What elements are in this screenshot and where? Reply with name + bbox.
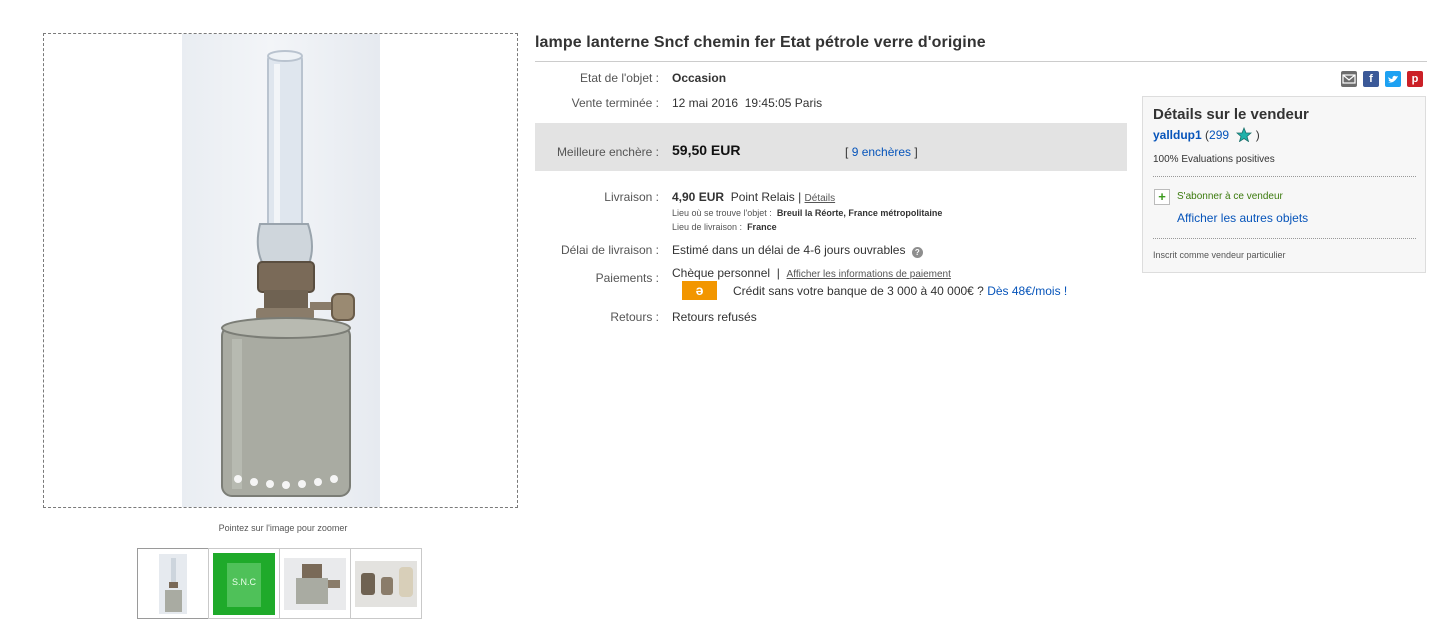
seller-divider-1 bbox=[1153, 176, 1416, 177]
ships-to: Lieu de livraison : France bbox=[672, 222, 777, 232]
feedback-close: ) bbox=[1255, 128, 1260, 142]
bid-count-open: [ bbox=[845, 145, 849, 159]
thumbnail-2[interactable]: S.N.C bbox=[208, 548, 280, 619]
bid-label: Meilleure enchère : bbox=[556, 145, 659, 159]
plus-icon[interactable]: + bbox=[1154, 189, 1170, 205]
help-icon[interactable]: ? bbox=[911, 247, 923, 258]
delivery-estimate: Estimé dans un délai de 4-6 jours ouvrab… bbox=[672, 243, 906, 257]
condition-value: Occasion bbox=[672, 71, 727, 85]
lamp-illustration bbox=[221, 50, 355, 497]
payment-info-link[interactable]: Afficher les informations de paiement bbox=[787, 269, 951, 280]
email-icon[interactable] bbox=[1341, 71, 1357, 87]
bid-count-link[interactable]: 9 enchères bbox=[852, 145, 911, 159]
thumbnail-4[interactable] bbox=[350, 548, 422, 619]
share-icons: f p bbox=[1341, 71, 1423, 87]
main-product-image[interactable] bbox=[182, 34, 380, 507]
shipping-details-link[interactable]: Détails bbox=[805, 193, 836, 204]
seller-title: Détails sur le vendeur bbox=[1153, 106, 1309, 123]
seller-note: Inscrit comme vendeur particulier bbox=[1153, 250, 1286, 260]
returns-label: Retours : bbox=[610, 310, 659, 324]
thumb-burner-icon bbox=[284, 557, 346, 610]
bid-count: [ 9 enchères ] bbox=[845, 145, 918, 159]
ended-time: 19:45:05 Paris bbox=[744, 96, 823, 110]
title-divider bbox=[535, 61, 1427, 62]
seller-divider-2 bbox=[1153, 238, 1416, 239]
thumbnail-strip: S.N.C bbox=[137, 548, 422, 619]
item-location-label: Lieu où se trouve l'objet : bbox=[672, 208, 772, 218]
feedback-score[interactable]: 299 bbox=[1209, 128, 1229, 142]
shipping-method: Point Relais | bbox=[730, 190, 802, 204]
credit-logo-icon[interactable]: ə bbox=[682, 281, 717, 300]
ended-date: 12 mai 2016 bbox=[672, 96, 739, 110]
thumbnail-1[interactable] bbox=[137, 548, 209, 619]
thumb-lamp-icon bbox=[159, 553, 187, 614]
item-location: Lieu où se trouve l'objet : Breuil la Ré… bbox=[672, 208, 942, 218]
shipping-label: Livraison : bbox=[604, 190, 659, 204]
credit-text: Crédit sans votre banque de 3 000 à 40 0… bbox=[733, 284, 984, 298]
main-image-frame[interactable] bbox=[43, 33, 518, 508]
thumb-parts-icon bbox=[355, 560, 417, 607]
payment-method: Chèque personnel bbox=[672, 266, 771, 280]
listing-title: lampe lanterne Sncf chemin fer Etat pétr… bbox=[535, 34, 986, 51]
zoom-hint: Pointez sur l'image pour zoomer bbox=[218, 523, 348, 533]
seller-positive: 100% Evaluations positives bbox=[1153, 154, 1275, 165]
thumb-glass-icon: S.N.C bbox=[213, 552, 275, 615]
other-items-link[interactable]: Afficher les autres objets bbox=[1177, 211, 1308, 225]
bid-count-close: ] bbox=[914, 145, 918, 159]
credit-offer: Crédit sans votre banque de 3 000 à 40 0… bbox=[733, 284, 1067, 298]
ships-to-label: Lieu de livraison : bbox=[672, 222, 743, 232]
ships-to-value: France bbox=[747, 222, 777, 232]
payments-value: Chèque personnel | Afficher les informat… bbox=[672, 266, 951, 280]
follow-seller-link[interactable]: S'abonner à ce vendeur bbox=[1177, 191, 1283, 202]
item-location-value: Breuil la Réorte, France métropolitaine bbox=[776, 208, 943, 218]
condition-label: Etat de l'objet : bbox=[579, 71, 659, 85]
thumbnail-3[interactable] bbox=[279, 548, 351, 619]
bid-value: 59,50 EUR bbox=[672, 142, 741, 158]
star-icon bbox=[1236, 127, 1253, 142]
seller-identity: yalldup1 (299 ) bbox=[1153, 127, 1260, 142]
ended-label: Vente terminée : bbox=[571, 96, 659, 110]
payments-label: Paiements : bbox=[595, 271, 659, 285]
pinterest-icon[interactable]: p bbox=[1407, 71, 1423, 87]
seller-panel: Détails sur le vendeur yalldup1 (299 ) 1… bbox=[1142, 96, 1426, 273]
shipping-price: 4,90 EUR bbox=[672, 190, 725, 204]
delivery-label: Délai de livraison : bbox=[560, 243, 659, 257]
svg-text:S.N.C: S.N.C bbox=[232, 577, 257, 587]
twitter-icon[interactable] bbox=[1385, 71, 1401, 87]
credit-link[interactable]: Dès 48€/mois ! bbox=[987, 284, 1067, 298]
payment-separator: | bbox=[776, 266, 780, 280]
delivery-value: Estimé dans un délai de 4-6 jours ouvrab… bbox=[672, 243, 923, 258]
facebook-icon[interactable]: f bbox=[1363, 71, 1379, 87]
ended-value: 12 mai 2016 19:45:05 Paris bbox=[672, 96, 822, 110]
returns-value: Retours refusés bbox=[672, 310, 757, 324]
seller-username[interactable]: yalldup1 bbox=[1153, 128, 1202, 142]
shipping-value: 4,90 EUR Point Relais | Détails bbox=[672, 190, 835, 204]
